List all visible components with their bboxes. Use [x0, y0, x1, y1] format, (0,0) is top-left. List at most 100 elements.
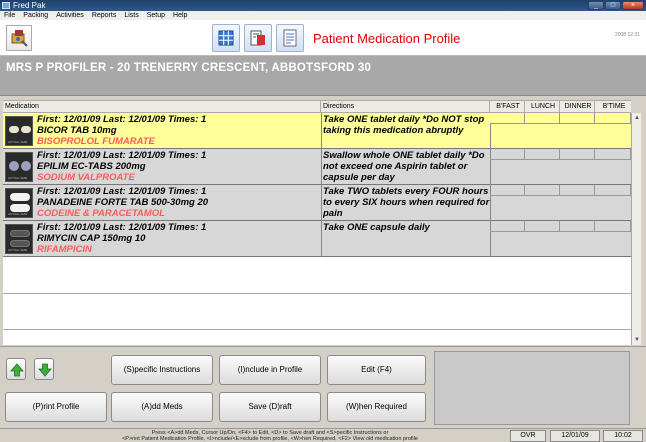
edit-button[interactable]: Edit (F4) [327, 355, 426, 385]
slot-lunch[interactable] [525, 221, 560, 232]
generic-name: BISOPROLOL FUMARATE [37, 136, 155, 147]
slot-dinner[interactable] [560, 185, 595, 196]
toolbox-icon[interactable] [244, 24, 272, 52]
directions: Swallow whole ONE tablet daily *Do not e… [323, 150, 485, 183]
page-title: Patient Medication Profile [313, 31, 461, 46]
generic-name: CODEINE & PARACETAMOL [37, 208, 165, 219]
table-row[interactable]: ACTUAL SIZE First: 12/01/09 Last: 12/01/… [3, 113, 631, 149]
col-dinner[interactable]: DINNER [560, 101, 595, 113]
medication-image: ACTUAL SIZE [5, 188, 33, 218]
status-date: 12/01/09 [550, 430, 600, 442]
table-scrollbar[interactable]: ▲ ▼ [631, 113, 641, 345]
col-directions[interactable]: Directions [321, 101, 490, 113]
slot-bfast[interactable] [490, 149, 525, 160]
action-panel: (S)pecific Instructions (I)nclude in Pro… [0, 346, 646, 428]
table-row[interactable]: ACTUAL SIZE First: 12/01/09 Last: 12/01/… [3, 185, 631, 221]
help-text: Press <A>dd Meds, Cursor Up/Dn, <F4> to … [60, 430, 480, 442]
table-header: Medication Directions B'FAST LUNCH DINNE… [3, 100, 631, 113]
generic-name: SODIUM VALPROATE [37, 172, 135, 183]
generic-name: RIFAMPICIN [37, 244, 92, 255]
medication-info: First: 12/01/09 Last: 12/01/09 Times: 1 … [37, 114, 323, 147]
slot-btime[interactable] [595, 149, 631, 160]
slot-bfast[interactable] [490, 221, 525, 232]
medication-image: ACTUAL SIZE [5, 224, 33, 254]
save-draft-button[interactable]: Save (D)raft [219, 392, 321, 422]
brand-name: EPILIM EC-TABS 200mg [37, 161, 146, 172]
slot-dinner[interactable] [560, 113, 595, 124]
col-btime[interactable]: B'TIME [595, 101, 631, 113]
empty-row-line [3, 329, 631, 330]
col-medication[interactable]: Medication [3, 101, 321, 113]
when-required-button[interactable]: (W)hen Required [327, 392, 426, 422]
title-bar: Fred Pak _ □ × [0, 0, 646, 11]
move-down-button[interactable] [34, 358, 54, 380]
dispense-dates: First: 12/01/09 Last: 12/01/09 Times: 1 [37, 222, 207, 233]
menu-lists[interactable]: Lists [124, 11, 138, 20]
slot-lunch[interactable] [525, 185, 560, 196]
menu-file[interactable]: File [4, 11, 15, 20]
col-bfast[interactable]: B'FAST [490, 101, 525, 113]
brand-name: RIMYCIN CAP 150mg 10 [37, 233, 146, 244]
medication-table: ACTUAL SIZE First: 12/01/09 Last: 12/01/… [3, 113, 631, 345]
slot-bfast[interactable] [490, 113, 525, 124]
slot-dinner[interactable] [560, 149, 595, 160]
pharmacy-logo-icon[interactable] [6, 25, 32, 51]
add-meds-button[interactable]: (A)dd Meds [111, 392, 213, 422]
menu-bar: File Packing Activities Reports Lists Se… [0, 11, 646, 20]
brand-name: BICOR TAB 10mg [37, 125, 117, 136]
table-row[interactable]: ACTUAL SIZE First: 12/01/09 Last: 12/01/… [3, 149, 631, 185]
ovr-indicator: OVR [510, 430, 546, 442]
medication-info: First: 12/01/09 Last: 12/01/09 Times: 1 … [37, 186, 323, 219]
col-lunch[interactable]: LUNCH [525, 101, 560, 113]
table-row[interactable]: ACTUAL SIZE First: 12/01/09 Last: 12/01/… [3, 221, 631, 257]
include-in-profile-button[interactable]: (I)nclude in Profile [219, 355, 321, 385]
patient-name-address: MRS P PROFILER - 20 TRENERRY CRESCENT, A… [6, 62, 372, 74]
minimize-icon[interactable]: _ [588, 1, 604, 10]
scroll-up-icon[interactable]: ▲ [633, 114, 641, 122]
status-bar: Press <A>dd Meds, Cursor Up/Dn, <F4> to … [0, 428, 646, 442]
directions: Take ONE tablet daily *Do NOT stop takin… [323, 114, 485, 136]
app-window: Fred Pak _ □ × File Packing Activities R… [0, 0, 646, 442]
print-profile-button[interactable]: (P)rint Profile [5, 392, 107, 422]
header-toolbar: Patient Medication Profile 2008 12:31 [0, 20, 646, 56]
slot-lunch[interactable] [525, 149, 560, 160]
scroll-down-icon[interactable]: ▼ [633, 336, 641, 344]
header-stamp: 2008 12:31 [614, 32, 640, 38]
menu-setup[interactable]: Setup [147, 11, 165, 20]
directions: Take ONE capsule daily [323, 222, 430, 233]
maximize-icon[interactable]: □ [605, 1, 621, 10]
slot-btime[interactable] [595, 221, 631, 232]
dispense-dates: First: 12/01/09 Last: 12/01/09 Times: 1 [37, 150, 207, 161]
help-line-2: <P>rint Patient Medication Profile, <I>n… [122, 436, 418, 442]
app-icon [2, 2, 10, 9]
slot-btime[interactable] [595, 113, 631, 124]
medication-image: ACTUAL SIZE [5, 116, 33, 146]
window-controls: _ □ × [588, 1, 644, 10]
empty-row-line [3, 293, 631, 294]
menu-activities[interactable]: Activities [56, 11, 84, 20]
dispense-dates: First: 12/01/09 Last: 12/01/09 Times: 1 [37, 186, 207, 197]
patient-banner: MRS P PROFILER - 20 TRENERRY CRESCENT, A… [0, 56, 646, 96]
slot-dinner[interactable] [560, 221, 595, 232]
medication-info: First: 12/01/09 Last: 12/01/09 Times: 1 … [37, 222, 323, 255]
arrow-up-icon [10, 363, 24, 377]
info-panel [434, 351, 630, 425]
slot-bfast[interactable] [490, 185, 525, 196]
specific-instructions-button[interactable]: (S)pecific Instructions [111, 355, 213, 385]
status-time: 10:02 [603, 430, 643, 442]
directions: Take TWO tablets every FOUR hours to eve… [323, 186, 490, 219]
move-up-button[interactable] [6, 358, 26, 380]
slot-btime[interactable] [595, 185, 631, 196]
dispense-dates: First: 12/01/09 Last: 12/01/09 Times: 1 [37, 114, 207, 125]
menu-reports[interactable]: Reports [92, 11, 117, 20]
menu-help[interactable]: Help [173, 11, 187, 20]
profile-sheet-icon[interactable] [276, 24, 304, 52]
close-icon[interactable]: × [622, 1, 644, 10]
menu-packing[interactable]: Packing [23, 11, 48, 20]
arrow-down-icon [38, 363, 52, 377]
window-title: Fred Pak [13, 1, 46, 10]
medication-image: ACTUAL SIZE [5, 152, 33, 182]
slot-lunch[interactable] [525, 113, 560, 124]
grid-icon[interactable] [212, 24, 240, 52]
brand-name: PANADEINE FORTE TAB 500-30mg 20 [37, 197, 209, 208]
